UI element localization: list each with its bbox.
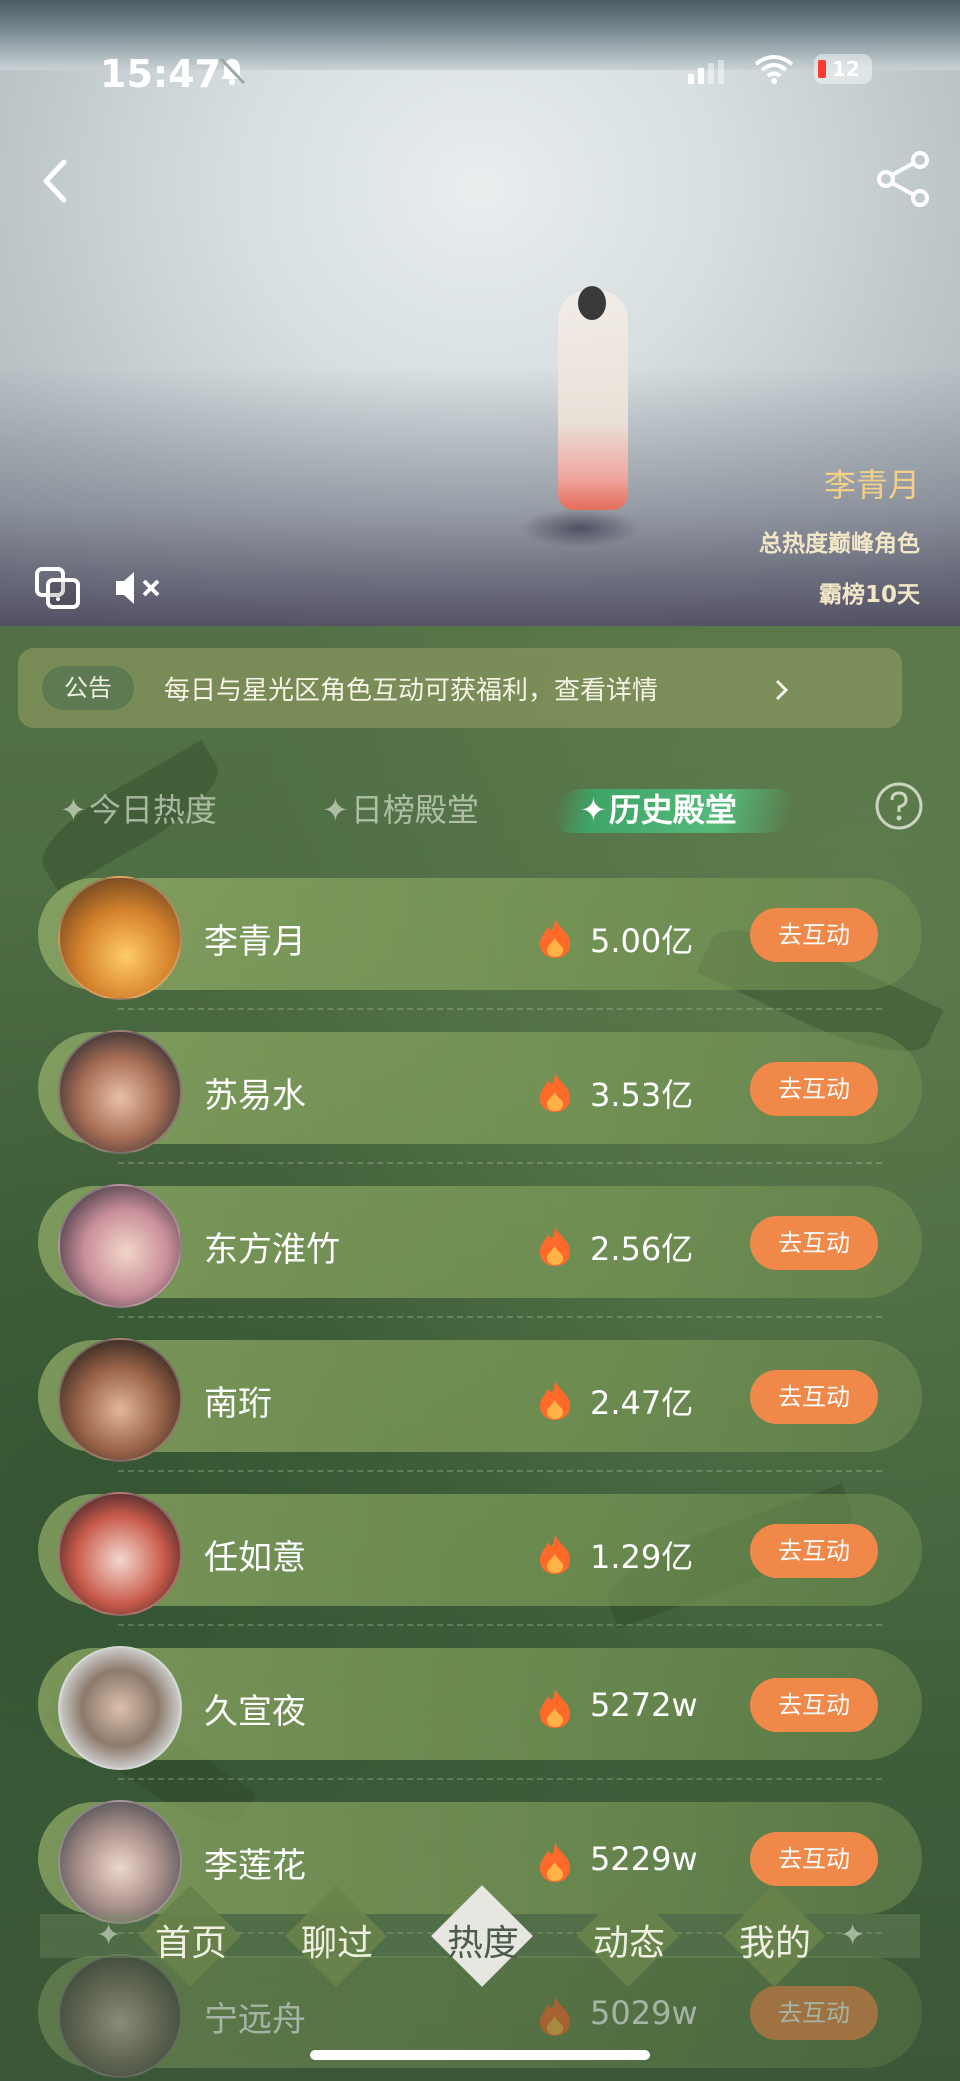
fire-icon bbox=[540, 1380, 570, 1420]
interact-button[interactable]: 去互动 bbox=[750, 1062, 878, 1116]
tab-label: 历史殿堂 bbox=[608, 791, 737, 829]
interact-button[interactable]: 去互动 bbox=[750, 1832, 878, 1886]
list-item[interactable]: 任如意 1.29亿 去互动 bbox=[38, 1492, 922, 1626]
nav-home[interactable]: 首页 bbox=[126, 1884, 256, 1988]
bottom-nav: ✦ ✦ 首页 聊过 热度 动态 我的 bbox=[40, 1884, 920, 1988]
status-bar: 15:47 12 bbox=[0, 42, 960, 102]
fire-icon bbox=[540, 1534, 570, 1574]
heat-value: 3.53亿 bbox=[590, 1076, 694, 1114]
nav-heat[interactable]: 热度 bbox=[418, 1884, 548, 1988]
character-name: 宁远舟 bbox=[204, 2000, 306, 2040]
tab-history-hall[interactable]: ✦历史殿堂 bbox=[580, 785, 737, 831]
heat-value: 2.56亿 bbox=[590, 1230, 694, 1268]
avatar bbox=[58, 1492, 182, 1616]
avatar bbox=[58, 1184, 182, 1308]
row-divider bbox=[118, 1778, 882, 1780]
share-icon[interactable] bbox=[876, 150, 932, 208]
interact-button[interactable]: 去互动 bbox=[750, 1370, 878, 1424]
fire-icon bbox=[540, 1842, 570, 1882]
character-name: 任如意 bbox=[204, 1538, 306, 1578]
sparkle-icon: ✦ bbox=[96, 1918, 122, 1953]
list-item[interactable]: 东方淮竹 2.56亿 去互动 bbox=[38, 1184, 922, 1318]
announcement-banner[interactable]: 公告 每日与星光区角色互动可获福利，查看详情 bbox=[18, 648, 902, 728]
hero-figure-head bbox=[578, 286, 606, 320]
fire-icon bbox=[540, 1226, 570, 1266]
tab-daily-hall[interactable]: ✦日榜殿堂 bbox=[322, 785, 479, 831]
heat-value: 5029w bbox=[590, 1994, 698, 2032]
fire-icon bbox=[540, 1072, 570, 1112]
row-divider bbox=[118, 1162, 882, 1164]
hero-video[interactable]: 15:47 12 李青月 总热度巅峰角色 霸榜10天 bbox=[0, 0, 960, 626]
fire-icon bbox=[540, 1996, 570, 2036]
fire-icon bbox=[540, 1688, 570, 1728]
avatar bbox=[58, 1646, 182, 1770]
list-item[interactable]: 久宣夜 5272w 去互动 bbox=[38, 1646, 922, 1780]
chevron-right-icon bbox=[775, 679, 789, 701]
sparkle-icon: ✦ bbox=[60, 791, 87, 829]
interact-button[interactable]: 去互动 bbox=[750, 1986, 878, 2040]
home-indicator bbox=[310, 2050, 650, 2060]
nav-mine[interactable]: 我的 bbox=[710, 1884, 840, 1988]
avatar bbox=[58, 1338, 182, 1462]
character-name: 李青月 bbox=[204, 922, 306, 962]
battery-level bbox=[818, 60, 826, 78]
avatar bbox=[58, 876, 182, 1000]
row-divider bbox=[118, 1470, 882, 1472]
character-name: 久宣夜 bbox=[204, 1692, 306, 1732]
battery-icon: 12 bbox=[814, 54, 872, 84]
hero-figure-shadow bbox=[520, 508, 640, 548]
row-divider bbox=[118, 1008, 882, 1010]
heat-value: 5229w bbox=[590, 1840, 698, 1878]
row-divider bbox=[118, 1316, 882, 1318]
sparkle-icon: ✦ bbox=[580, 791, 607, 829]
ranking-section: 公告 每日与星光区角色互动可获福利，查看详情 ✦今日热度 ✦日榜殿堂 ✦历史殿堂… bbox=[0, 626, 960, 2081]
hero-subtitle-days: 霸榜10天 bbox=[818, 582, 920, 608]
help-icon[interactable] bbox=[874, 781, 924, 831]
nav-label: 我的 bbox=[738, 1923, 811, 1964]
sparkle-icon: ✦ bbox=[322, 791, 349, 829]
nav-chatted[interactable]: 聊过 bbox=[272, 1884, 402, 1988]
bell-off-icon bbox=[219, 57, 246, 85]
list-item[interactable]: 李青月 5.00亿 去互动 bbox=[38, 876, 922, 1010]
hero-figure bbox=[558, 290, 628, 510]
character-name: 苏易水 bbox=[204, 1076, 306, 1116]
heat-value: 5272w bbox=[590, 1686, 698, 1724]
nav-label: 热度 bbox=[446, 1923, 519, 1964]
hero-subtitle-peak: 总热度巅峰角色 bbox=[759, 531, 920, 557]
character-name: 南珩 bbox=[204, 1384, 272, 1424]
announcement-tag: 公告 bbox=[42, 666, 134, 710]
sparkle-icon: ✦ bbox=[840, 1918, 866, 1953]
heat-value: 5.00亿 bbox=[590, 922, 694, 960]
announcement-text: 每日与星光区角色互动可获福利，查看详情 bbox=[164, 676, 659, 706]
interact-button[interactable]: 去互动 bbox=[750, 1678, 878, 1732]
character-name: 李莲花 bbox=[204, 1846, 306, 1886]
heat-value: 1.29亿 bbox=[590, 1538, 694, 1576]
list-item[interactable]: 苏易水 3.53亿 去互动 bbox=[38, 1030, 922, 1164]
interact-button[interactable]: 去互动 bbox=[750, 1216, 878, 1270]
avatar bbox=[58, 1030, 182, 1154]
interact-button[interactable]: 去互动 bbox=[750, 1524, 878, 1578]
hero-character-name: 李青月 bbox=[823, 466, 920, 504]
signal-icon bbox=[688, 60, 724, 84]
fire-icon bbox=[540, 918, 570, 958]
tab-label: 日榜殿堂 bbox=[350, 791, 479, 829]
interact-button[interactable]: 去互动 bbox=[750, 908, 878, 962]
screen-switch-icon[interactable] bbox=[34, 566, 82, 610]
battery-percent: 12 bbox=[832, 57, 860, 81]
heat-value: 2.47亿 bbox=[590, 1384, 694, 1422]
nav-label: 首页 bbox=[154, 1923, 227, 1964]
status-time: 15:47 bbox=[100, 52, 221, 96]
nav-label: 动态 bbox=[592, 1923, 665, 1964]
back-icon[interactable] bbox=[40, 158, 70, 204]
tab-today-heat[interactable]: ✦今日热度 bbox=[60, 785, 217, 831]
list-item[interactable]: 南珩 2.47亿 去互动 bbox=[38, 1338, 922, 1472]
nav-feed[interactable]: 动态 bbox=[564, 1884, 694, 1988]
nav-label: 聊过 bbox=[300, 1923, 373, 1964]
mute-icon[interactable] bbox=[114, 570, 166, 606]
tab-label: 今日热度 bbox=[88, 791, 217, 829]
wifi-icon bbox=[754, 55, 794, 84]
ranking-tabs: ✦今日热度 ✦日榜殿堂 ✦历史殿堂 bbox=[0, 771, 960, 851]
character-name: 东方淮竹 bbox=[204, 1230, 340, 1270]
row-divider bbox=[118, 1624, 882, 1626]
